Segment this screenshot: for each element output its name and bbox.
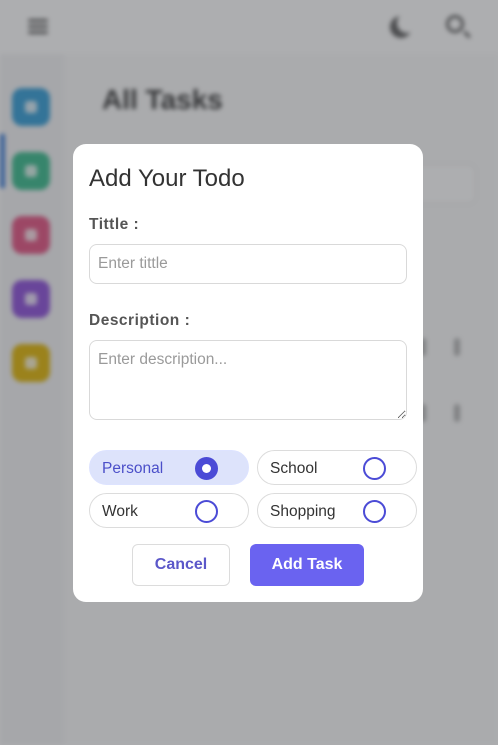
cancel-button[interactable]: Cancel bbox=[132, 544, 230, 586]
category-option-personal[interactable]: Personal bbox=[89, 450, 249, 485]
category-option-school[interactable]: School bbox=[257, 450, 417, 485]
category-label: Work bbox=[102, 503, 138, 520]
description-textarea[interactable] bbox=[89, 340, 407, 420]
category-option-shopping[interactable]: Shopping bbox=[257, 493, 417, 528]
description-label: Description : bbox=[89, 312, 191, 329]
category-option-work[interactable]: Work bbox=[89, 493, 249, 528]
title-label: Tittle : bbox=[89, 216, 140, 233]
category-label: Shopping bbox=[270, 503, 336, 520]
category-label: School bbox=[270, 460, 318, 477]
title-input[interactable] bbox=[89, 244, 407, 284]
radio-selected-icon[interactable] bbox=[195, 457, 218, 480]
radio-empty-icon[interactable] bbox=[363, 500, 386, 523]
radio-empty-icon[interactable] bbox=[363, 457, 386, 480]
radio-empty-icon[interactable] bbox=[195, 500, 218, 523]
add-task-button[interactable]: Add Task bbox=[250, 544, 364, 586]
category-label: Personal bbox=[102, 460, 164, 477]
dialog-title: Add Your Todo bbox=[89, 165, 245, 192]
add-todo-dialog: Add Your Todo Tittle : Description : Per… bbox=[73, 144, 423, 602]
